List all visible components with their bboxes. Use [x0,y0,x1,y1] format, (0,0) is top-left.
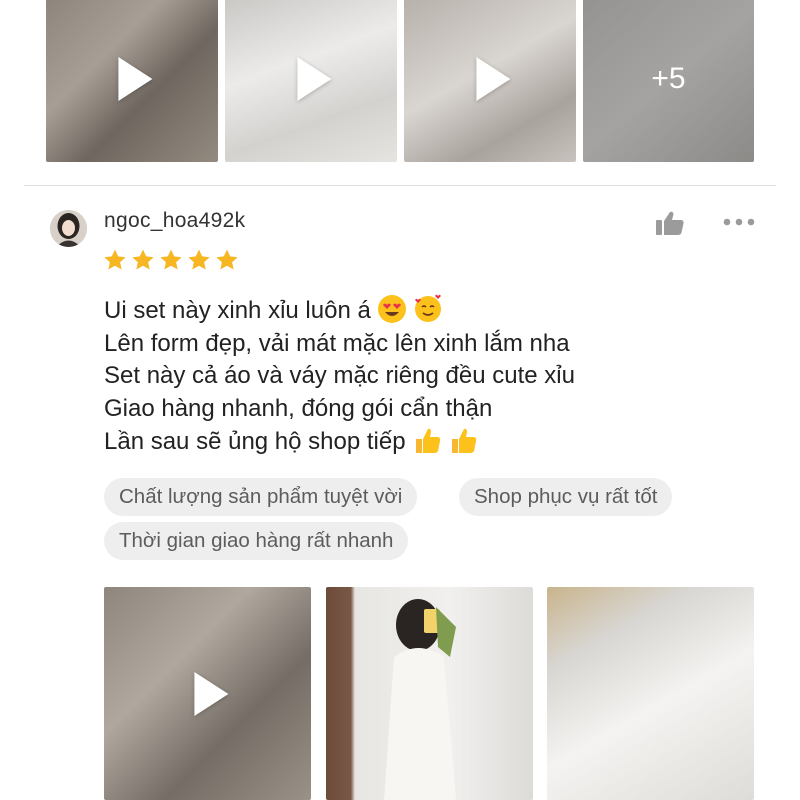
avatar[interactable] [50,210,87,247]
star-rating [103,248,239,272]
section-divider [24,185,776,186]
review-image-thumbnail-2[interactable] [547,587,754,800]
thumbs-up-emoji-icon [415,428,440,453]
review-line: Giao hàng nhanh, đóng gói cẩn thận [104,394,493,422]
thumbs-up-emoji-icon [451,428,476,453]
star-icon [216,249,238,270]
play-icon [118,57,153,101]
top-video-thumbnail-1[interactable] [46,0,218,162]
play-icon [476,57,511,101]
review-line-text: Lần sau sẽ ủng hộ shop tiếp [104,428,406,455]
star-icon [188,249,210,270]
top-video-thumbnail-2[interactable] [225,0,397,162]
review-video-thumbnail[interactable] [104,587,311,800]
heart-eyes-emoji-icon [377,295,406,323]
review-line: Lần sau sẽ ủng hộ shop tiếp [104,425,575,459]
star-icon [104,249,126,270]
play-icon [193,671,228,716]
avatar-image [50,210,87,247]
review-line: Lên form đẹp, vải mát mặc lên xinh lắm n… [104,329,570,357]
review-line: Set này cả áo và váy mặc riêng đều cute … [104,362,575,389]
review-text: Ui set này xinh xỉu luôn á Lên form đẹp,… [104,294,575,459]
tag-product-quality: Chất lượng sản phẩm tuyệt vời [104,478,418,516]
top-image-thumbnail-more[interactable]: +5 [583,0,754,162]
star-icon [160,249,182,270]
tag-shop-service: Shop phục vụ rất tốt [459,478,673,516]
thumbs-up-icon[interactable] [655,210,685,236]
smiling-face-with-hearts-icon [414,294,441,322]
tag-delivery-speed: Thời gian giao hàng rất nhanh [104,522,409,560]
top-video-thumbnail-3[interactable] [404,0,576,162]
reviewer-username[interactable]: ngoc_hoa492k [104,209,245,233]
review-line-text: Ui set này xinh xỉu luôn á [104,297,371,324]
mirror-selfie-photo [384,599,456,800]
play-icon [297,57,332,101]
review-line: Ui set này xinh xỉu luôn á [104,294,575,328]
star-icon [132,249,154,270]
more-options-icon[interactable] [722,213,756,231]
review-image-thumbnail-1[interactable] [326,587,533,800]
more-photos-count: +5 [583,0,754,162]
